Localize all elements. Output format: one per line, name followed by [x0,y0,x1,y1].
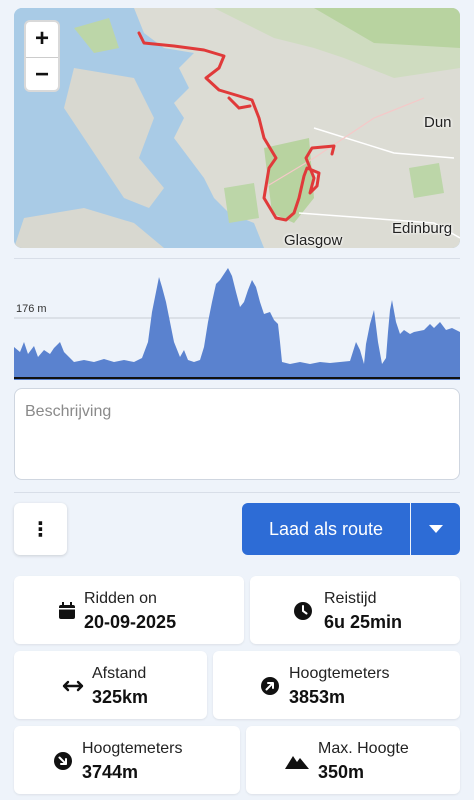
mountain-icon [285,756,309,769]
elevation-label: 176 m [16,303,47,315]
stat-label: Hoogtemeters [82,740,183,757]
elevation-profile[interactable] [14,262,460,380]
stat-descent: Hoogtemeters 3744m [14,726,240,794]
map-tiles [14,8,460,248]
stat-label: Max. Hoogte [318,740,409,757]
zoom-out-button[interactable]: − [26,57,58,90]
route-map[interactable]: + − Dun Edinburg Glasgow [14,8,460,248]
stat-label: Afstand [92,665,147,682]
divider [14,492,460,493]
stat-value: 6u 25min [324,612,403,632]
stat-distance: Afstand 325km [14,651,207,719]
description-input[interactable]: Beschrijving [14,388,460,480]
calendar-icon [59,602,75,619]
load-as-route-button[interactable]: Laad als route [242,503,410,555]
stat-label: Ridden on [84,590,157,607]
zoom-in-button[interactable]: + [26,22,58,57]
stat-label: Reistijd [324,590,377,607]
stat-travel-time: Reistijd 6u 25min [250,576,460,644]
arrow-up-right-icon [261,677,279,695]
stat-ascent: Hoogtemeters 3853m [213,651,460,719]
stat-value: 325km [92,687,149,707]
zoom-control: + − [24,20,60,92]
map-label-glasgow: Glasgow [284,232,343,248]
stat-value: 3853m [289,687,346,707]
stat-label: Hoogtemeters [289,665,390,682]
map-label-edinburgh: Edinburg [392,220,453,237]
arrow-down-right-icon [54,752,72,770]
clock-icon [294,602,312,620]
horizontal-arrows-icon [62,680,84,692]
stat-value: 3744m [82,762,139,782]
stat-value: 20-09-2025 [84,612,177,632]
load-options-dropdown-button[interactable] [411,503,460,555]
elevation-area [14,268,460,380]
divider [14,258,460,259]
map-label-dundee: Dun [424,114,452,131]
stat-max-height: Max. Hoogte 350m [246,726,460,794]
stat-ridden-on: Ridden on 20-09-2025 [14,576,244,644]
caret-down-icon [428,525,443,533]
more-options-button[interactable]: ⋮ [14,503,67,555]
stat-value: 350m [318,762,365,782]
